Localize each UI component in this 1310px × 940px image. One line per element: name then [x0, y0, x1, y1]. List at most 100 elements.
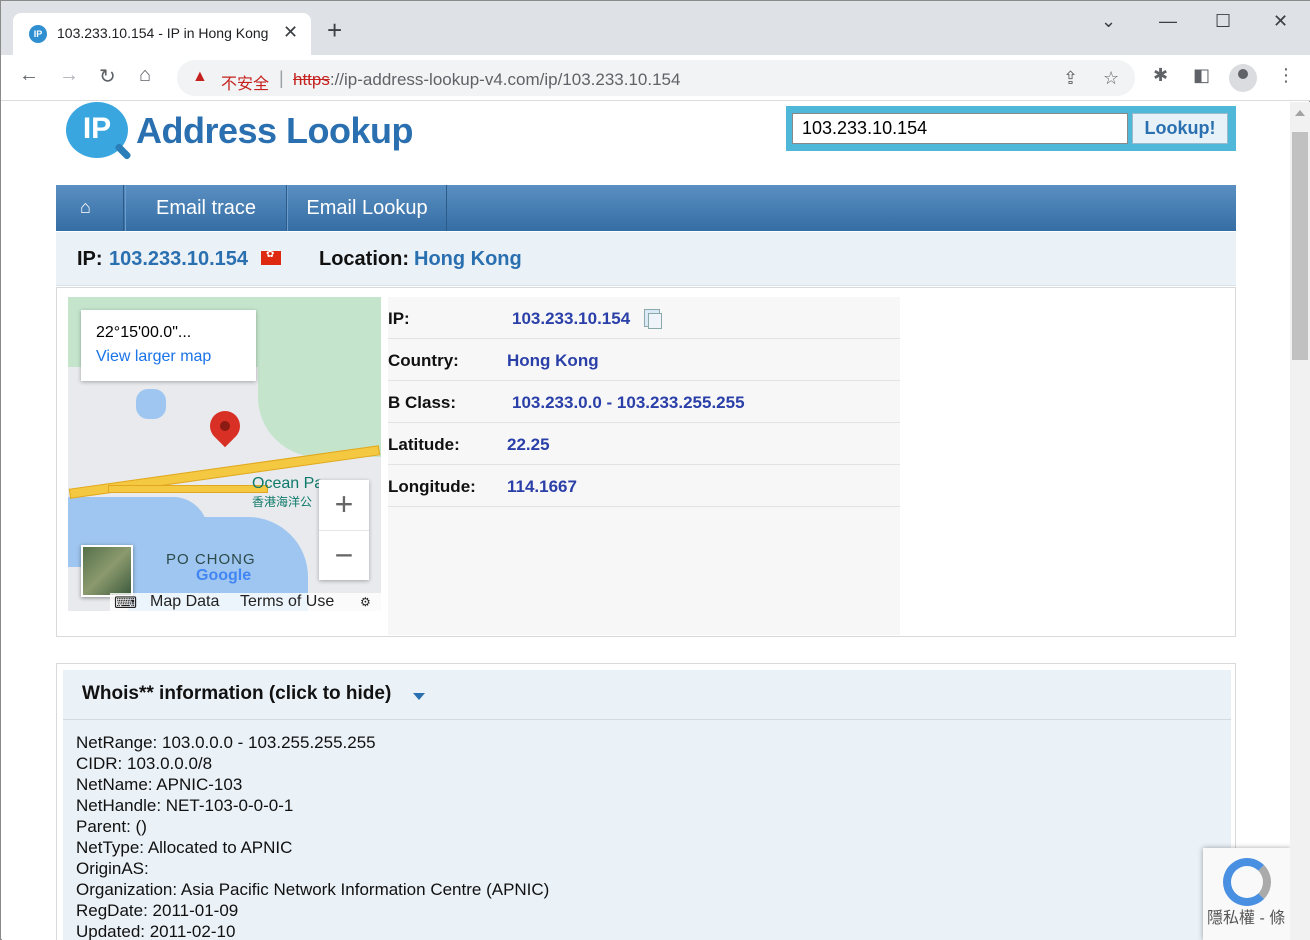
detail-value: 103.233.10.154: [512, 309, 631, 328]
whois-line: RegDate: 2011-01-09: [76, 901, 239, 920]
tab-title: 103.233.10.154 - IP in Hong Kong: [57, 25, 269, 41]
ip-value: 103.233.10.154: [109, 248, 249, 270]
keyboard-shortcuts-icon[interactable]: ⌨: [114, 593, 137, 611]
forward-icon[interactable]: →: [59, 64, 79, 87]
zoom-out-button[interactable]: −: [319, 530, 369, 580]
map-place-ocean-park: Ocean Pa 香港海洋公: [252, 475, 323, 511]
copy-icon[interactable]: [644, 309, 662, 329]
whois-panel: Whois** information (click to hide) NetR…: [56, 663, 1236, 940]
search-form: 103.233.10.154 Lookup!: [786, 106, 1236, 151]
extensions-puzzle-icon[interactable]: ✱: [1153, 65, 1168, 86]
ip-summary-bar: IP: 103.233.10.154 Location: Hong Kong: [56, 232, 1236, 286]
terms-of-use-link[interactable]: Terms of Use: [240, 593, 334, 611]
whois-text: NetRange: 103.0.0.0 - 103.255.255.255 CI…: [76, 732, 549, 940]
location-value: Hong Kong: [414, 248, 522, 270]
whois-line: CIDR: 103.0.0.0/8: [76, 754, 213, 773]
nav-email-trace[interactable]: Email trace: [125, 185, 287, 231]
detail-label: B Class:: [388, 393, 457, 412]
ip-details-table: IP: 103.233.10.154 Country: Hong Kong B …: [388, 297, 900, 635]
maximize-icon[interactable]: ☐: [1215, 11, 1231, 32]
tab-search-chevron-icon[interactable]: ⌄: [1101, 11, 1116, 32]
map-zoom-control: + −: [319, 480, 369, 580]
site-favicon-icon: IP: [29, 25, 47, 43]
detail-label: Latitude:: [388, 435, 460, 454]
caret-down-icon: [413, 693, 425, 700]
recaptcha-icon: [1223, 858, 1271, 906]
recaptcha-privacy-text[interactable]: 隱私權 - 條: [1207, 904, 1285, 928]
map-info-card: 22°15'00.0"... View larger map: [81, 310, 256, 381]
whois-content: Whois** information (click to hide) NetR…: [63, 670, 1231, 940]
logo-magnifier-icon: IP: [66, 102, 128, 158]
side-panel-icon[interactable]: ◧: [1193, 65, 1210, 86]
satellite-view-toggle[interactable]: [81, 545, 133, 597]
report-error-icon[interactable]: ⚙: [360, 595, 371, 609]
nav-home[interactable]: ⌂: [56, 185, 124, 231]
address-bar[interactable]: ▲ 不安全 | https://ip-address-lookup-v4.com…: [177, 60, 1135, 96]
url-path: ://ip-address-lookup-v4.com/ip/103.233.1…: [329, 70, 681, 89]
zoom-in-button[interactable]: +: [319, 480, 369, 530]
tab-close-icon[interactable]: ✕: [283, 22, 298, 43]
page-content: IP Address Lookup 103.233.10.154 Lookup!…: [2, 102, 1290, 940]
detail-row-b-class: B Class: 103.233.0.0 - 103.233.255.255: [388, 381, 900, 423]
site-logo[interactable]: IP Address Lookup: [62, 102, 414, 164]
whois-toggle[interactable]: Whois** information (click to hide): [63, 670, 1231, 720]
ip-info-panel: Ocean Pa 香港海洋公 PO CHONG 22°15'00.0"... Vi…: [56, 287, 1236, 637]
menu-kebab-icon[interactable]: ⋮: [1277, 65, 1295, 86]
whois-title: Whois** information (click to hide): [82, 683, 392, 704]
reload-icon[interactable]: ↻: [99, 64, 116, 89]
whois-line: OriginAS:: [76, 859, 149, 878]
nav-email-lookup[interactable]: Email Lookup: [287, 185, 447, 231]
main-nav: ⌂ Email trace Email Lookup: [56, 185, 1236, 231]
detail-value: 103.233.0.0 - 103.233.255.255: [512, 393, 745, 412]
home-icon: ⌂: [80, 197, 91, 217]
detail-value: 22.25: [507, 435, 550, 454]
scroll-up-arrow-icon[interactable]: [1295, 110, 1305, 116]
tab-bar: IP 103.233.10.154 - IP in Hong Kong ✕ + …: [1, 1, 1310, 55]
map-ocean-zh: 香港海洋公: [252, 495, 313, 509]
ip-label: IP:: [77, 248, 103, 270]
browser-tab[interactable]: IP 103.233.10.154 - IP in Hong Kong ✕: [13, 13, 311, 55]
view-larger-map-link[interactable]: View larger map: [96, 348, 211, 366]
whois-line: NetName: APNIC-103: [76, 775, 243, 794]
whois-line: NetHandle: NET-103-0-0-0-1: [76, 796, 294, 815]
map-location-pin-icon[interactable]: [203, 404, 247, 448]
detail-row-latitude: Latitude: 22.25: [388, 423, 900, 465]
detail-value: 114.1667: [507, 477, 577, 496]
google-logo: Google: [196, 567, 252, 584]
close-window-icon[interactable]: ✕: [1273, 11, 1288, 32]
browser-toolbar: ← → ↻ ⌂ ▲ 不安全 | https://ip-address-looku…: [1, 55, 1310, 101]
back-icon[interactable]: ←: [19, 64, 39, 87]
map-coordinates: 22°15'00.0"...: [96, 324, 192, 341]
map-park-area: [258, 297, 381, 457]
scroll-thumb[interactable]: [1292, 132, 1308, 360]
minimize-icon[interactable]: —: [1159, 11, 1177, 32]
whois-line: Organization: Asia Pacific Network Infor…: [76, 880, 550, 899]
home-icon[interactable]: ⌂: [139, 64, 151, 87]
share-icon[interactable]: ⇪: [1063, 68, 1078, 89]
warning-icon[interactable]: ▲: [192, 68, 208, 86]
whois-line: NetRange: 103.0.0.0 - 103.255.255.255: [76, 733, 376, 752]
map-reservoir: [136, 389, 166, 419]
profile-avatar[interactable]: [1229, 64, 1257, 92]
new-tab-button[interactable]: +: [327, 17, 342, 43]
logo-text: Address Lookup: [136, 110, 414, 151]
search-input[interactable]: 103.233.10.154: [792, 113, 1128, 144]
location-label: Location:: [319, 248, 409, 270]
map-ocean-en: Ocean Pa: [252, 475, 324, 492]
not-secure-label[interactable]: 不安全: [221, 70, 269, 94]
page-scrollbar[interactable]: [1290, 102, 1310, 940]
whois-line: NetType: Allocated to APNIC: [76, 838, 293, 857]
detail-value: Hong Kong: [507, 351, 599, 370]
recaptcha-badge[interactable]: 隱私權 - 條: [1203, 848, 1290, 940]
detail-row-ip: IP: 103.233.10.154: [388, 297, 900, 339]
hong-kong-flag-icon: [261, 249, 281, 265]
detail-label: IP:: [388, 309, 410, 328]
lookup-button[interactable]: Lookup!: [1132, 113, 1228, 144]
url-text[interactable]: https://ip-address-lookup-v4.com/ip/103.…: [293, 70, 680, 90]
browser-window: IP 103.233.10.154 - IP in Hong Kong ✕ + …: [0, 0, 1310, 940]
map-data-link[interactable]: Map Data: [150, 593, 219, 611]
detail-label: Country:: [388, 351, 459, 370]
bookmark-star-icon[interactable]: ☆: [1103, 68, 1119, 89]
embedded-map[interactable]: Ocean Pa 香港海洋公 PO CHONG 22°15'00.0"... Vi…: [68, 297, 381, 611]
separator: |: [279, 68, 284, 88]
